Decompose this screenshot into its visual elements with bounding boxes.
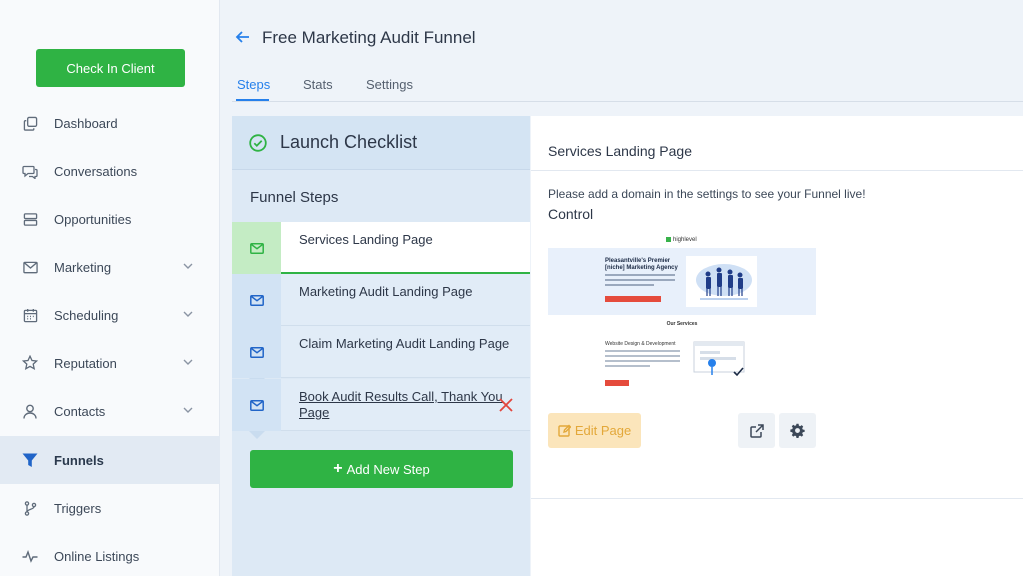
preview-service-text	[605, 350, 680, 370]
step-name: Book Audit Results Call, Thank You Page	[299, 389, 503, 420]
step-icon-box	[232, 274, 281, 326]
sidebar-item-contacts[interactable]: Contacts	[0, 387, 220, 435]
chevron-down-icon[interactable]	[182, 308, 194, 320]
edit-page-label: Edit Page	[574, 423, 632, 438]
funnel-steps-heading: Funnel Steps	[250, 189, 339, 206]
step-icon-box	[232, 326, 281, 378]
sidebar-item-label: Scheduling	[54, 307, 119, 323]
sidebar-item-triggers[interactable]: Triggers	[0, 484, 220, 532]
sidebar-item-funnels[interactable]: Funnels	[0, 436, 220, 484]
sidebar-item-reputation[interactable]: Reputation	[0, 339, 220, 387]
add-new-step-button[interactable]: + Add New Step	[250, 450, 513, 488]
step-icon-box	[232, 222, 281, 274]
sidebar-item-label: Online Listings	[54, 548, 140, 564]
chevron-down-icon[interactable]	[182, 356, 194, 368]
mail-icon	[249, 242, 264, 254]
add-new-step-label: Add New Step	[346, 461, 430, 477]
sidebar-item-dashboard[interactable]: Dashboard	[0, 99, 220, 147]
funnel-step[interactable]: Claim Marketing Audit Landing Page	[232, 326, 530, 386]
sidebar-item-label: Reputation	[54, 355, 117, 371]
sidebar-item-label: Contacts	[54, 403, 106, 419]
step-name: Marketing Audit Landing Page	[299, 284, 473, 299]
funnel-step[interactable]: Marketing Audit Landing Page	[232, 274, 530, 334]
step-name: Services Landing Page	[299, 232, 433, 247]
filter-icon	[22, 452, 38, 468]
page-title: Free Marketing Audit Funnel	[262, 28, 476, 47]
tab-settings[interactable]: Settings	[366, 77, 413, 92]
layers-icon	[22, 211, 38, 227]
copy-icon	[22, 115, 38, 131]
tabs-divider	[232, 101, 1023, 102]
preview-hero: Pleasantville's Premier [niche] Marketin…	[548, 248, 816, 315]
step-detail-title: Services Landing Page	[548, 143, 692, 159]
preview-services-heading: Our Services	[666, 321, 698, 327]
sidebar-item-online-listings[interactable]: Online Listings	[0, 532, 220, 576]
sidebar-item-label: Funnels	[54, 452, 104, 468]
preview-hero-image	[686, 256, 757, 307]
chevron-down-icon[interactable]	[182, 404, 194, 416]
sidebar-item-label: Opportunities	[54, 211, 132, 227]
check-circle-icon	[249, 133, 267, 152]
edit-page-button[interactable]: Edit Page	[548, 413, 641, 448]
step-icon-box	[232, 379, 281, 431]
sidebar-item-label: Triggers	[54, 500, 102, 516]
preview-logo: highlevel	[666, 237, 697, 243]
page-settings-button[interactable]	[779, 413, 816, 448]
sidebar-item-label: Conversations	[54, 163, 138, 179]
divider	[531, 170, 1023, 171]
launch-checklist-title: Launch Checklist	[280, 132, 418, 152]
delete-step-icon[interactable]	[498, 397, 514, 413]
preview-service-image	[693, 341, 745, 377]
chevron-down-icon[interactable]	[182, 260, 194, 272]
chat-icon	[22, 163, 38, 179]
edit-icon	[558, 424, 571, 437]
funnel-step[interactable]: Book Audit Results Call, Thank You Page	[232, 379, 530, 439]
star-icon	[22, 355, 38, 371]
plus-icon: +	[333, 460, 343, 477]
mail-icon	[249, 294, 264, 306]
preview-hero-text	[605, 274, 675, 289]
domain-notice: Please add a domain in the settings to s…	[548, 187, 866, 201]
branch-icon	[22, 500, 38, 516]
tab-stats[interactable]: Stats	[303, 77, 333, 92]
sidebar: Check In Client Dashboard Conversations …	[0, 0, 220, 576]
mail-icon	[249, 346, 264, 358]
variant-label: Control	[548, 206, 594, 222]
open-page-button[interactable]	[738, 413, 775, 448]
pulse-icon	[22, 548, 38, 564]
sidebar-item-opportunities[interactable]: Opportunities	[0, 195, 220, 243]
check-in-client-button[interactable]: Check In Client	[36, 49, 185, 87]
launch-checklist-row[interactable]: Launch Checklist	[232, 116, 530, 170]
calendar-icon	[22, 307, 38, 323]
mail-icon	[22, 259, 38, 275]
preview-cta	[605, 296, 661, 302]
page-preview-thumbnail[interactable]: highlevel Pleasantville's Premier [niche…	[548, 234, 816, 394]
sidebar-item-scheduling[interactable]: Scheduling	[0, 291, 220, 339]
sidebar-item-conversations[interactable]: Conversations	[0, 147, 220, 195]
divider	[531, 498, 1023, 499]
user-icon	[22, 403, 38, 419]
funnel-step[interactable]: Services Landing Page	[232, 222, 530, 282]
step-connector	[249, 431, 265, 439]
sidebar-item-marketing[interactable]: Marketing	[0, 243, 220, 291]
preview-service-cta	[605, 380, 629, 386]
mail-icon	[249, 399, 264, 411]
step-name: Claim Marketing Audit Landing Page	[299, 336, 510, 351]
external-link-icon	[749, 423, 764, 438]
tab-steps[interactable]: Steps	[237, 77, 270, 92]
preview-hero-heading: Pleasantville's Premier [niche] Marketin…	[605, 258, 678, 271]
sidebar-item-label: Marketing	[54, 259, 112, 275]
back-arrow-icon[interactable]	[234, 28, 252, 46]
gear-icon	[790, 423, 805, 438]
preview-service-title: Website Design & Development	[605, 341, 676, 347]
sidebar-item-label: Dashboard	[54, 115, 118, 131]
